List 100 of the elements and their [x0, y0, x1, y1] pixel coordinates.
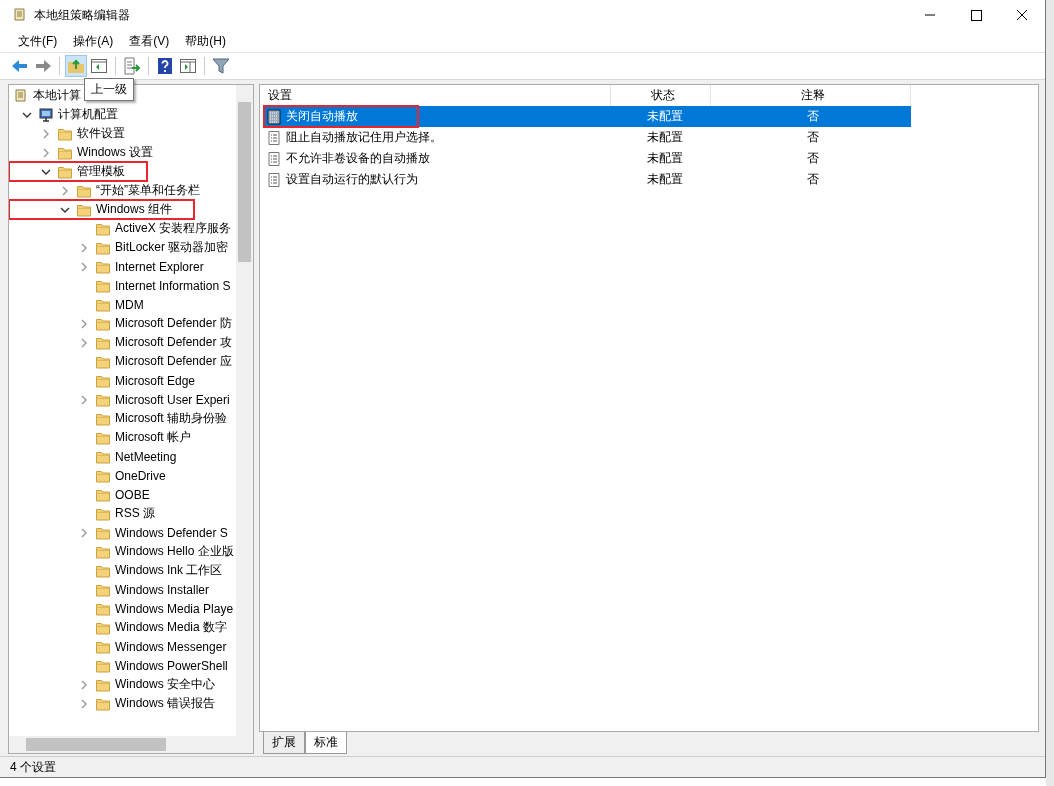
tree-node[interactable]: ActiveX 安装程序服务	[9, 219, 231, 238]
tree-node[interactable]: Internet Information S	[9, 276, 231, 295]
list-row[interactable]: 关闭自动播放 未配置 否	[264, 106, 911, 127]
tree-node[interactable]: Microsoft Edge	[9, 371, 196, 390]
tree-label: Windows Ink 工作区	[115, 562, 223, 579]
tree-node[interactable]: Windows Media Playe	[9, 599, 234, 618]
comment-text: 否	[807, 150, 819, 167]
tree-node[interactable]: OOBE	[9, 485, 150, 504]
tree-node[interactable]: “开始”菜单和任务栏	[9, 181, 200, 200]
tree-node[interactable]: Windows 设置	[9, 143, 153, 162]
tree-node[interactable]: Internet Explorer	[9, 257, 204, 276]
setting-name: 阻止自动播放记住用户选择。	[286, 129, 442, 146]
tree-node[interactable]: Windows Messenger	[9, 637, 227, 656]
view-tab[interactable]: 标准	[305, 732, 347, 754]
tree-node[interactable]: RSS 源	[9, 504, 155, 523]
tree-label: RSS 源	[115, 505, 155, 522]
horizontal-scrollbar[interactable]	[9, 736, 253, 753]
list-row[interactable]: 设置自动运行的默认行为 未配置 否	[264, 169, 911, 190]
menu-item[interactable]: 文件(F)	[10, 32, 66, 50]
view-tab[interactable]: 扩展	[263, 732, 305, 754]
tree-label: Windows 错误报告	[115, 695, 215, 712]
list-row[interactable]: 不允许非卷设备的自动播放 未配置 否	[264, 148, 911, 169]
tree-label: Microsoft Defender 攻	[115, 334, 232, 351]
tree-node[interactable]: Microsoft User Experi	[9, 390, 230, 409]
comment-text: 否	[807, 171, 819, 188]
tree-label: Windows 组件	[96, 201, 172, 218]
tree-label: Microsoft Defender 防	[115, 315, 232, 332]
tree-label: Windows 设置	[77, 144, 153, 161]
tree-node[interactable]: Windows 安全中心	[9, 675, 215, 694]
setting-icon	[266, 171, 282, 188]
tree-node[interactable]: Microsoft Defender 应	[9, 352, 232, 371]
state-text: 未配置	[647, 108, 683, 125]
tree-label: Microsoft 帐户	[115, 429, 191, 446]
panel-icon[interactable]	[178, 56, 198, 76]
tree-label: 管理模板	[77, 163, 125, 180]
tree-node[interactable]: NetMeeting	[9, 447, 177, 466]
tree-label: 计算机配置	[58, 106, 118, 123]
tree-node[interactable]: Windows Media 数字	[9, 618, 228, 637]
tree-node[interactable]: Microsoft 辅助身份验	[9, 409, 227, 428]
tree-label: Microsoft Defender 应	[115, 353, 232, 370]
scroll-icon	[13, 87, 29, 104]
tree-label: Windows Media Playe	[115, 601, 234, 616]
menu-item[interactable]: 查看(V)	[121, 32, 178, 50]
panel-icon[interactable]	[89, 56, 109, 76]
tree-node[interactable]: 管理模板	[9, 162, 147, 181]
computer-icon	[38, 106, 54, 123]
state-text: 未配置	[647, 150, 683, 167]
tree-node[interactable]: Windows Installer	[9, 580, 210, 599]
comment-text: 否	[807, 108, 819, 125]
tree-label: BitLocker 驱动器加密	[115, 239, 229, 256]
tree-node[interactable]: 软件设置	[9, 124, 125, 143]
setting-name: 关闭自动播放	[286, 108, 358, 125]
export-list-icon[interactable]	[122, 56, 142, 76]
tree-label: Internet Explorer	[115, 259, 204, 274]
state-text: 未配置	[647, 129, 683, 146]
tree-label: ActiveX 安装程序服务	[115, 220, 231, 237]
filter-icon[interactable]	[211, 56, 231, 76]
tooltip: 上一级	[84, 78, 134, 101]
setting-icon	[266, 150, 282, 167]
tree-label: 本地计算	[33, 87, 81, 104]
tree-label: Microsoft User Experi	[115, 392, 230, 407]
tree-node[interactable]: Microsoft 帐户	[9, 428, 191, 447]
tree-label: OOBE	[115, 487, 150, 502]
setting-name: 不允许非卷设备的自动播放	[286, 150, 430, 167]
tree-node[interactable]: BitLocker 驱动器加密	[9, 238, 229, 257]
tree-node[interactable]: Windows 组件	[9, 200, 194, 219]
tree-label: Windows Messenger	[115, 639, 227, 654]
menu-item[interactable]: 操作(A)	[65, 32, 122, 50]
setting-name: 设置自动运行的默认行为	[286, 171, 418, 188]
tree-node[interactable]: MDM	[9, 295, 144, 314]
tree-node[interactable]: 计算机配置	[9, 105, 118, 124]
tree-label: OneDrive	[115, 468, 166, 483]
tree-node[interactable]: Microsoft Defender 攻	[9, 333, 232, 352]
tree-node[interactable]: Windows Ink 工作区	[9, 561, 223, 580]
tree-label: “开始”菜单和任务栏	[96, 182, 200, 199]
comment-text: 否	[807, 129, 819, 146]
vertical-scrollbar[interactable]	[236, 85, 253, 736]
tree-label: Windows Installer	[115, 582, 210, 597]
menu-item[interactable]: 帮助(H)	[177, 32, 234, 50]
status-bar: 4 个设置	[0, 756, 1045, 777]
tree-label: NetMeeting	[115, 449, 177, 464]
up-folder-icon[interactable]	[66, 56, 86, 76]
tree-node[interactable]: Windows 错误报告	[9, 694, 215, 713]
tree-node[interactable]: Windows PowerShell	[9, 656, 228, 675]
setting-icon	[266, 129, 282, 146]
tree-label: Windows 安全中心	[115, 676, 215, 693]
tree-node[interactable]: Microsoft Defender 防	[9, 314, 232, 333]
list-row[interactable]: 阻止自动播放记住用户选择。 未配置 否	[264, 127, 911, 148]
tree-node[interactable]: OneDrive	[9, 466, 166, 485]
tree-label: Windows Hello 企业版	[115, 543, 234, 560]
tree-label: Microsoft 辅助身份验	[115, 410, 227, 427]
tree-label: Windows Defender S	[115, 525, 228, 540]
tree-node[interactable]: Windows Hello 企业版	[9, 542, 234, 561]
state-text: 未配置	[647, 171, 683, 188]
tree-label: Microsoft Edge	[115, 373, 196, 388]
scroll-icon	[12, 7, 28, 23]
help-icon[interactable]	[155, 56, 175, 76]
tree-node[interactable]: 本地计算	[9, 86, 81, 105]
tree-node[interactable]: Windows Defender S	[9, 523, 228, 542]
tree-label: 软件设置	[77, 125, 125, 142]
